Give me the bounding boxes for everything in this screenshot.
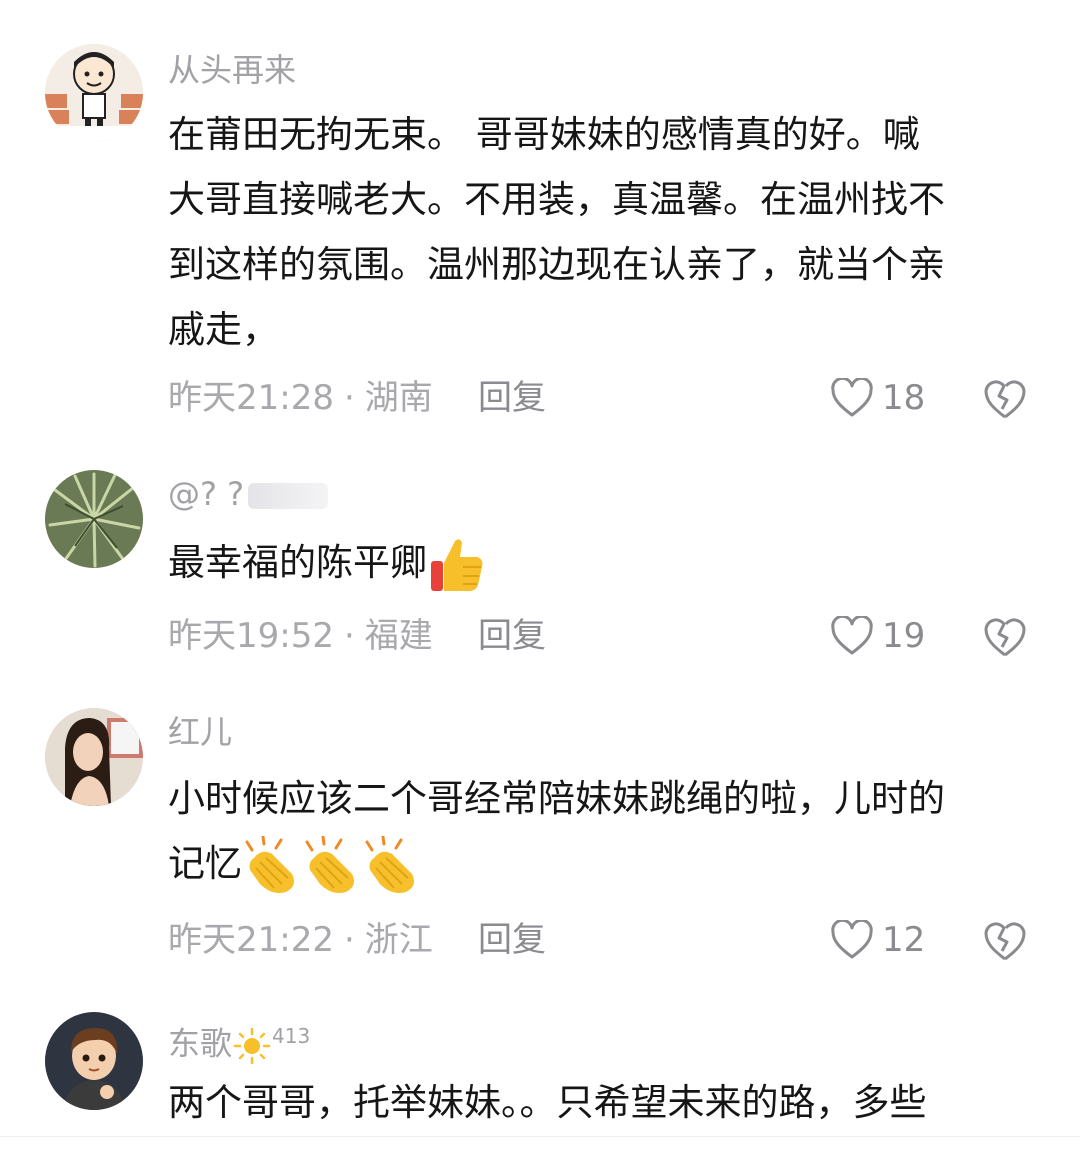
comment-text: 两个哥哥，托举妹妹。。只希望未来的路，多些 [168,1070,1038,1135]
comment-text: 最幸福的陈平卿 [168,530,1038,595]
comment-line: 最幸福的陈平卿 [168,530,1038,595]
separator: · [343,920,355,960]
comment-text: 小时候应该二个哥经常陪妹妹跳绳的啦，儿时的 记忆 [168,766,1038,896]
like-button[interactable]: 19 [830,614,925,658]
comment-meta: 昨天21:22 · 浙江 [168,918,433,962]
timestamp: 昨天21:22 [168,920,334,960]
comment-text: 在莆田无拘无束。 哥哥妹妹的感情真的好。喊 大哥直接喊老大。不用装，真温馨。在温… [168,102,1038,362]
broken-heart-icon[interactable] [982,919,1028,963]
level-badge: 413 [272,1024,311,1048]
location: 福建 [364,616,433,656]
avatar[interactable] [45,1012,143,1110]
plant-avatar-icon [45,470,143,568]
location: 浙江 [364,920,433,960]
timestamp: 昨天21:28 [168,378,334,418]
portrait-avatar-icon [45,708,143,806]
comment-line: 在莆田无拘无束。 哥哥妹妹的感情真的好。喊 [168,113,920,156]
cartoon-boy-avatar-icon [45,1012,143,1110]
username[interactable]: 红儿 [168,712,232,752]
thumbs-up-icon [431,538,483,591]
comment-line: 两个哥哥，托举妹妹。。只希望未来的路，多些 [168,1081,927,1124]
like-count: 18 [882,378,926,418]
clapping-hands-icon [305,835,354,893]
like-button[interactable]: 18 [830,376,925,420]
reply-button[interactable]: 回复 [478,376,546,420]
avatar[interactable] [45,470,143,568]
avatar[interactable] [45,44,143,142]
reply-button[interactable]: 回复 [478,918,546,962]
separator: · [343,378,355,418]
comment-line: 记忆 [168,831,1038,896]
timestamp: 昨天19:52 [168,616,334,656]
broken-heart-icon[interactable] [982,615,1028,659]
like-button[interactable]: 12 [830,918,925,962]
like-count: 19 [882,616,926,656]
location: 湖南 [364,378,433,418]
username[interactable]: 从头再来 [168,50,296,90]
clapping-hands-icon [365,835,414,893]
comment-meta: 昨天19:52 · 福建 [168,614,433,658]
heart-icon [831,378,873,417]
heart-icon [831,920,873,959]
heart-icon [831,616,873,655]
broken-heart-icon[interactable] [982,377,1028,421]
separator: · [343,616,355,656]
username[interactable]: @? ? [168,474,329,514]
clapping-hands-icon [245,835,294,893]
comment-line: 小时候应该二个哥经常陪妹妹跳绳的啦，儿时的 [168,777,945,820]
like-count: 12 [882,920,926,960]
reply-button[interactable]: 回复 [478,614,546,658]
comment-line: 大哥直接喊老大。不用装，真温馨。在温州找不 [168,178,945,221]
comment-line: 到这样的氛围。温州那边现在认亲了，就当个亲 [168,243,945,286]
username[interactable]: 东歌 413 [168,1016,310,1066]
obscured-username [248,483,329,509]
divider [0,1136,1080,1137]
comment-meta: 昨天21:28 · 湖南 [168,376,433,420]
meme-avatar-icon [45,44,143,142]
sun-icon [233,1027,271,1064]
comment-line: 戚走， [168,308,279,351]
avatar[interactable] [45,708,143,806]
